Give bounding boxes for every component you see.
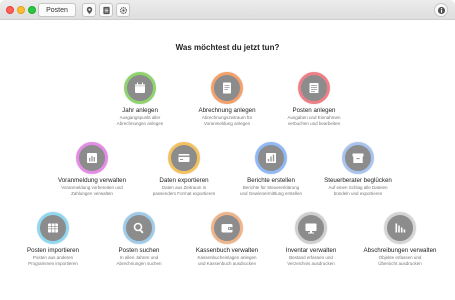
action-title[interactable]: Voranmeldung verwalten <box>47 177 137 184</box>
action-description: Voranmeldung vorbereiten und Zahlungen ve… <box>47 185 137 196</box>
action-icon-circle[interactable] <box>168 142 200 174</box>
action-card-voranmeldung-verwalten[interactable]: Voranmeldung verwalten Voranmeldung vorbe… <box>47 142 137 196</box>
action-icon-circle[interactable] <box>37 212 69 244</box>
action-description-line: Zahlungen verwalten <box>71 190 113 196</box>
action-description-line: verbuchen und bearbeiten <box>287 120 341 126</box>
minimize-window-button[interactable] <box>17 6 25 14</box>
action-icon-circle[interactable] <box>295 212 327 244</box>
action-description-line: Verzeichnis ausdrucken <box>287 260 335 266</box>
list-icon <box>102 6 110 14</box>
action-title[interactable]: Posten importieren <box>8 247 98 254</box>
action-card-daten-exportieren[interactable]: Daten exportieren Daten aus Zeitraum in pa… <box>139 142 229 196</box>
action-title[interactable]: Jahr anlegen <box>95 107 185 114</box>
action-card-kassenbuch-verwalten[interactable]: Kassenbuch verwalten Kassenbucheinlagen a… <box>182 212 272 266</box>
archive-icon <box>352 153 364 163</box>
action-description-line: Programmen importieren <box>28 260 78 266</box>
gear-icon <box>119 6 127 14</box>
monitor-icon <box>305 223 317 234</box>
action-title[interactable]: Abschreibungen verwalten <box>355 247 445 254</box>
location-button[interactable] <box>82 3 96 17</box>
info-button[interactable] <box>434 3 448 17</box>
action-description: Berichte für Steuererklärung und Gewinner… <box>226 185 316 196</box>
pin-icon <box>86 6 92 14</box>
action-icon-circle[interactable] <box>255 142 287 174</box>
action-card-abrechnung-anlegen[interactable]: Abrechnung anlegen Abrechnungszeitraum fü… <box>182 72 272 126</box>
action-title[interactable]: Kassenbuch verwalten <box>182 247 272 254</box>
action-description: Ausgangspunkt aller Abrechnungen anlegen <box>95 115 185 126</box>
info-icon <box>437 6 445 14</box>
action-description: Auf einen Schlag alle Dateien bündeln und… <box>313 185 403 196</box>
document-icon <box>223 82 231 94</box>
action-card-posten-importieren[interactable]: Posten importieren Posten aus anderen Prog… <box>8 212 98 266</box>
action-description: Objekte erfassen und Übersicht ausdrucken <box>355 255 445 266</box>
action-icon-circle[interactable] <box>342 142 374 174</box>
action-description: In allen Jahren und Abrechnungen suchen <box>94 255 184 266</box>
chart-icon <box>266 153 276 163</box>
action-icon-circle[interactable] <box>123 212 155 244</box>
action-card-inventar-verwalten[interactable]: Inventar verwalten Bestand erfassen und Ve… <box>266 212 356 266</box>
action-card-steuerberater-beglücken[interactable]: Steuerberater beglücken Auf einen Schlag … <box>313 142 403 196</box>
action-description: Ausgaben und Einnahmen verbuchen und bear… <box>269 115 359 126</box>
action-title[interactable]: Inventar verwalten <box>266 247 356 254</box>
action-description-line: Abrechnungen anlegen <box>116 120 164 126</box>
action-card-abschreibungen-verwalten[interactable]: Abschreibungen verwalten Objekte erfassen… <box>355 212 445 266</box>
action-description: Kassenbucheinlagen anlegen und Kassenbuch… <box>182 255 272 266</box>
action-card-jahr-anlegen[interactable]: Jahr anlegen Ausgangspunkt aller Abrechnun… <box>95 72 185 126</box>
calendar-icon <box>135 82 145 93</box>
action-card-berichte-erstellen[interactable]: Berichte erstellen Berichte für Steuererk… <box>226 142 316 196</box>
report-icon <box>87 153 97 163</box>
settings-button[interactable] <box>116 3 130 17</box>
action-icon-circle[interactable] <box>384 212 416 244</box>
close-window-button[interactable] <box>6 6 14 14</box>
table-icon <box>48 223 58 233</box>
action-description: Bestand erfassen und Verzeichnis ausdruck… <box>266 255 356 266</box>
action-description-line: Voranmeldung anlegen <box>203 120 251 126</box>
action-title[interactable]: Abrechnung anlegen <box>182 107 272 114</box>
action-title[interactable]: Posten suchen <box>94 247 184 254</box>
action-title[interactable]: Steuerberater beglücken <box>313 177 403 184</box>
page-heading: Was möchtest du jetzt tun? <box>175 43 280 52</box>
action-icon-circle[interactable] <box>124 72 156 104</box>
action-title[interactable]: Posten anlegen <box>269 107 359 114</box>
posten-button[interactable]: Posten <box>38 3 76 17</box>
action-icon-circle[interactable] <box>211 212 243 244</box>
action-description: Posten aus anderen Programmen importieren <box>8 255 98 266</box>
bars-down-icon <box>395 223 406 233</box>
action-description-line: Abrechnungen suchen <box>116 260 162 266</box>
wallet-icon <box>221 224 233 233</box>
action-description-line: und Kassenbuch ausdrucken <box>197 260 257 266</box>
app-window: Posten Was möchtest du jetzt tun? Jahr a… <box>0 0 455 300</box>
action-description-line: Übersicht ausdrucken <box>378 260 422 266</box>
export-icon <box>178 154 190 162</box>
posten-button-label: Posten <box>46 6 68 14</box>
action-description: Abrechnungszeitraum für Voranmeldung anle… <box>182 115 272 126</box>
list-icon <box>309 83 319 93</box>
action-icon-circle[interactable] <box>211 72 243 104</box>
titlebar: Posten <box>0 0 455 20</box>
zoom-window-button[interactable] <box>28 6 36 14</box>
action-description-line: passendem Format exportieren <box>152 190 216 196</box>
receipts-button[interactable] <box>99 3 113 17</box>
search-icon <box>133 222 144 234</box>
action-icon-circle[interactable] <box>76 142 108 174</box>
action-icon-circle[interactable] <box>298 72 330 104</box>
action-description-line: bündeln und exportieren <box>333 190 383 196</box>
action-title[interactable]: Daten exportieren <box>139 177 229 184</box>
action-card-posten-anlegen[interactable]: Posten anlegen Ausgaben und Einnahmen verb… <box>269 72 359 126</box>
action-title[interactable]: Berichte erstellen <box>226 177 316 184</box>
action-description-line: und Gewinnermittlung erstellen <box>239 190 303 196</box>
action-description: Daten aus Zeitraum in passendem Format ex… <box>139 185 229 196</box>
action-card-posten-suchen[interactable]: Posten suchen In allen Jahren und Abrechnu… <box>94 212 184 266</box>
